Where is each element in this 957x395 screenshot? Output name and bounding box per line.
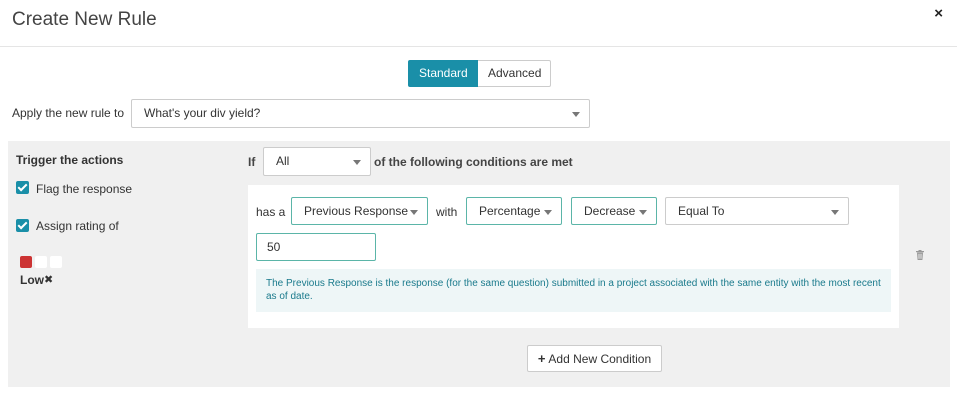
apply-rule-label: Apply the new rule to xyxy=(12,106,125,120)
flag-label: Flag the response xyxy=(36,182,133,196)
standard-tab[interactable]: Standard xyxy=(408,60,478,87)
measure-select[interactable]: Percentage xyxy=(466,197,562,225)
source-select[interactable]: Previous Response xyxy=(291,197,428,225)
source-value: Previous Response xyxy=(304,204,409,218)
trigger-title: Trigger the actions xyxy=(16,153,124,167)
apply-rule-select[interactable]: What's your div yield? xyxy=(131,99,590,128)
rating-low-swatch[interactable] xyxy=(20,256,32,268)
info-message: The Previous Response is the response (f… xyxy=(256,269,891,312)
match-value: All xyxy=(276,154,290,168)
rating-medium-swatch[interactable] xyxy=(35,256,47,268)
condition-value-input[interactable] xyxy=(256,233,376,261)
rating-high-swatch[interactable] xyxy=(50,256,62,268)
trash-icon[interactable] xyxy=(914,249,926,261)
match-suffix: of the following conditions are met xyxy=(374,155,573,169)
direction-value: Decrease xyxy=(584,204,636,218)
remove-rating-icon[interactable]: ✖ xyxy=(44,273,53,286)
caret-down-icon xyxy=(544,210,552,215)
add-condition-button[interactable]: + Add New Condition xyxy=(527,345,662,372)
apply-rule-value: What's your div yield? xyxy=(144,106,261,120)
direction-select[interactable]: Decrease xyxy=(571,197,657,225)
rating-value: Low xyxy=(20,273,44,287)
add-condition-label: Add New Condition xyxy=(548,352,652,366)
operator-select[interactable]: Equal To xyxy=(665,197,849,225)
plus-icon: + xyxy=(537,351,546,366)
rating-checkbox[interactable] xyxy=(16,219,29,232)
with-label: with xyxy=(436,205,458,219)
dialog-title: Create New Rule xyxy=(12,9,157,30)
advanced-tab[interactable]: Advanced xyxy=(478,60,551,87)
dialog-header: Create New Rule × xyxy=(0,0,957,47)
caret-down-icon xyxy=(639,210,647,215)
match-select[interactable]: All xyxy=(263,147,371,176)
flag-checkbox[interactable] xyxy=(16,181,29,194)
operator-value: Equal To xyxy=(678,204,725,218)
measure-value: Percentage xyxy=(479,204,541,218)
close-icon[interactable]: × xyxy=(934,5,943,22)
caret-down-icon xyxy=(831,210,839,215)
caret-down-icon xyxy=(572,112,580,117)
mode-toggle: Standard Advanced xyxy=(408,60,551,87)
caret-down-icon xyxy=(410,210,418,215)
if-label: If xyxy=(248,155,256,169)
caret-down-icon xyxy=(353,160,361,165)
rating-label: Assign rating of xyxy=(36,219,119,233)
has-a-label: has a xyxy=(256,205,286,219)
